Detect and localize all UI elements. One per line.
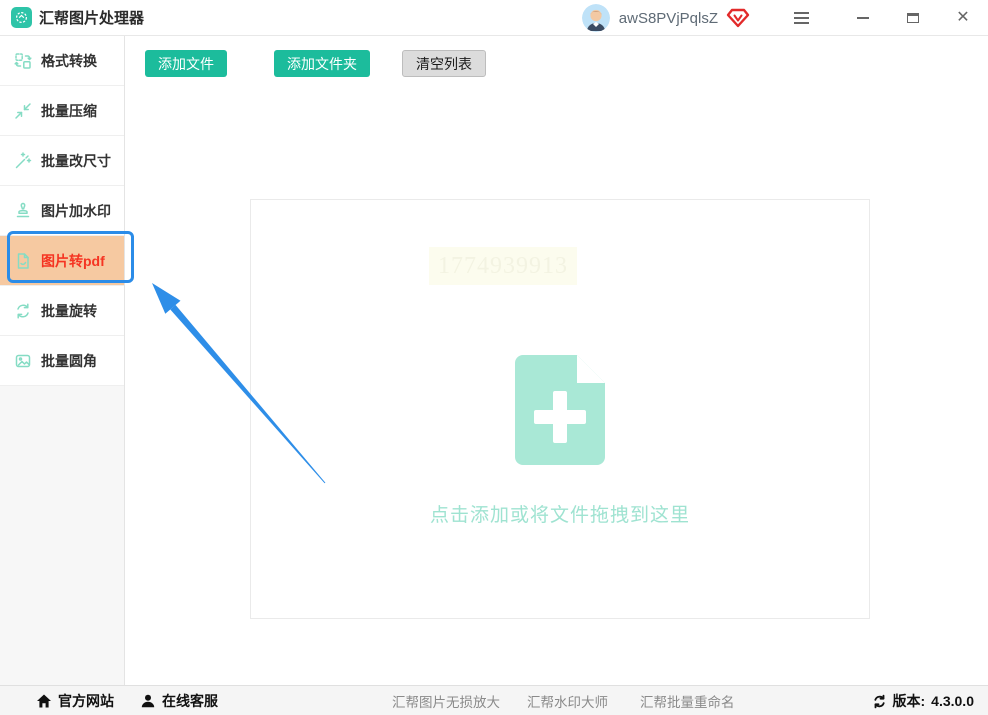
file-dropzone[interactable]: 1774939913 点击添加或将文件拖拽到这里 <box>250 199 870 619</box>
close-button[interactable]: ✕ <box>938 0 988 36</box>
main-panel: 添加文件 添加文件夹 清空列表 1774939913 点击添加或将文件拖拽到这里 <box>125 36 988 685</box>
refresh-icon[interactable] <box>872 694 887 709</box>
close-icon: ✕ <box>956 9 970 26</box>
add-files-button[interactable]: 添加文件 <box>145 50 227 77</box>
sidebar-item-label: 批量压缩 <box>41 102 97 119</box>
minimize-button[interactable] <box>838 0 888 36</box>
sidebar-item-batch-rounded-corners[interactable]: 批量圆角 <box>0 336 124 386</box>
title-bar: 汇帮图片处理器 awS8PVjPqlsZ ✕ <box>0 0 988 36</box>
sidebar-item-label: 批量圆角 <box>41 352 97 369</box>
username-label: awS8PVjPqlsZ <box>618 9 718 27</box>
dropzone-hint: 点击添加或将文件拖拽到这里 <box>429 505 690 526</box>
sidebar-item-label: 图片加水印 <box>41 202 111 219</box>
add-folder-button[interactable]: 添加文件夹 <box>274 50 370 77</box>
batch-resize-icon <box>14 151 32 170</box>
sidebar-item-format-convert[interactable]: 格式转换 <box>0 36 124 86</box>
sidebar-item-label: 格式转换 <box>41 52 97 69</box>
image-to-pdf-icon <box>14 252 32 270</box>
related-product-link[interactable]: 汇帮批量重命名 <box>640 686 735 715</box>
toolbar: 添加文件 添加文件夹 清空列表 <box>125 50 486 77</box>
sidebar-item-label: 图片转pdf <box>41 252 105 269</box>
clear-list-button[interactable]: 清空列表 <box>402 50 486 77</box>
watermark-icon <box>14 202 32 220</box>
version-label: 版本: <box>892 693 926 709</box>
version-value: 4.3.0.0 <box>931 693 974 709</box>
app-logo-icon <box>11 7 32 28</box>
sidebar-item-label: 批量改尺寸 <box>41 152 111 169</box>
watermark-text: 1774939913 <box>429 247 577 285</box>
app-window: 汇帮图片处理器 awS8PVjPqlsZ ✕ 格式转换 批量压缩 批量改尺寸 图… <box>0 0 988 715</box>
sidebar-item-batch-compress[interactable]: 批量压缩 <box>0 86 124 136</box>
add-file-icon <box>515 355 605 470</box>
status-bar: 官方网站 在线客服 汇帮图片无损放大 汇帮水印大师 汇帮批量重命名 版本: 4.… <box>0 685 988 715</box>
vip-badge-icon[interactable] <box>726 6 750 30</box>
sidebar: 格式转换 批量压缩 批量改尺寸 图片加水印 图片转pdf 批量旋转 批量圆角 <box>0 36 125 685</box>
person-icon <box>141 694 155 708</box>
maximize-button[interactable] <box>888 0 938 36</box>
sidebar-item-watermark[interactable]: 图片加水印 <box>0 186 124 236</box>
sidebar-item-batch-rotate[interactable]: 批量旋转 <box>0 286 124 336</box>
official-site-link[interactable]: 官方网站 <box>36 686 114 715</box>
batch-compress-icon <box>14 102 32 120</box>
sidebar-item-batch-resize[interactable]: 批量改尺寸 <box>0 136 124 186</box>
sidebar-item-label: 批量旋转 <box>41 302 97 319</box>
batch-rotate-icon <box>14 302 32 320</box>
user-avatar[interactable] <box>581 4 610 32</box>
online-service-link[interactable]: 在线客服 <box>140 686 218 715</box>
menu-icon[interactable] <box>776 0 826 36</box>
version-info: 版本: 4.3.0.0 <box>872 686 974 715</box>
sidebar-item-image-to-pdf[interactable]: 图片转pdf <box>0 236 124 286</box>
related-product-link[interactable]: 汇帮图片无损放大 <box>392 686 500 715</box>
app-title: 汇帮图片处理器 <box>39 10 145 27</box>
format-convert-icon <box>14 52 32 70</box>
related-product-link[interactable]: 汇帮水印大师 <box>527 686 608 715</box>
batch-rounded-corners-icon <box>14 352 32 370</box>
home-icon <box>37 694 51 708</box>
